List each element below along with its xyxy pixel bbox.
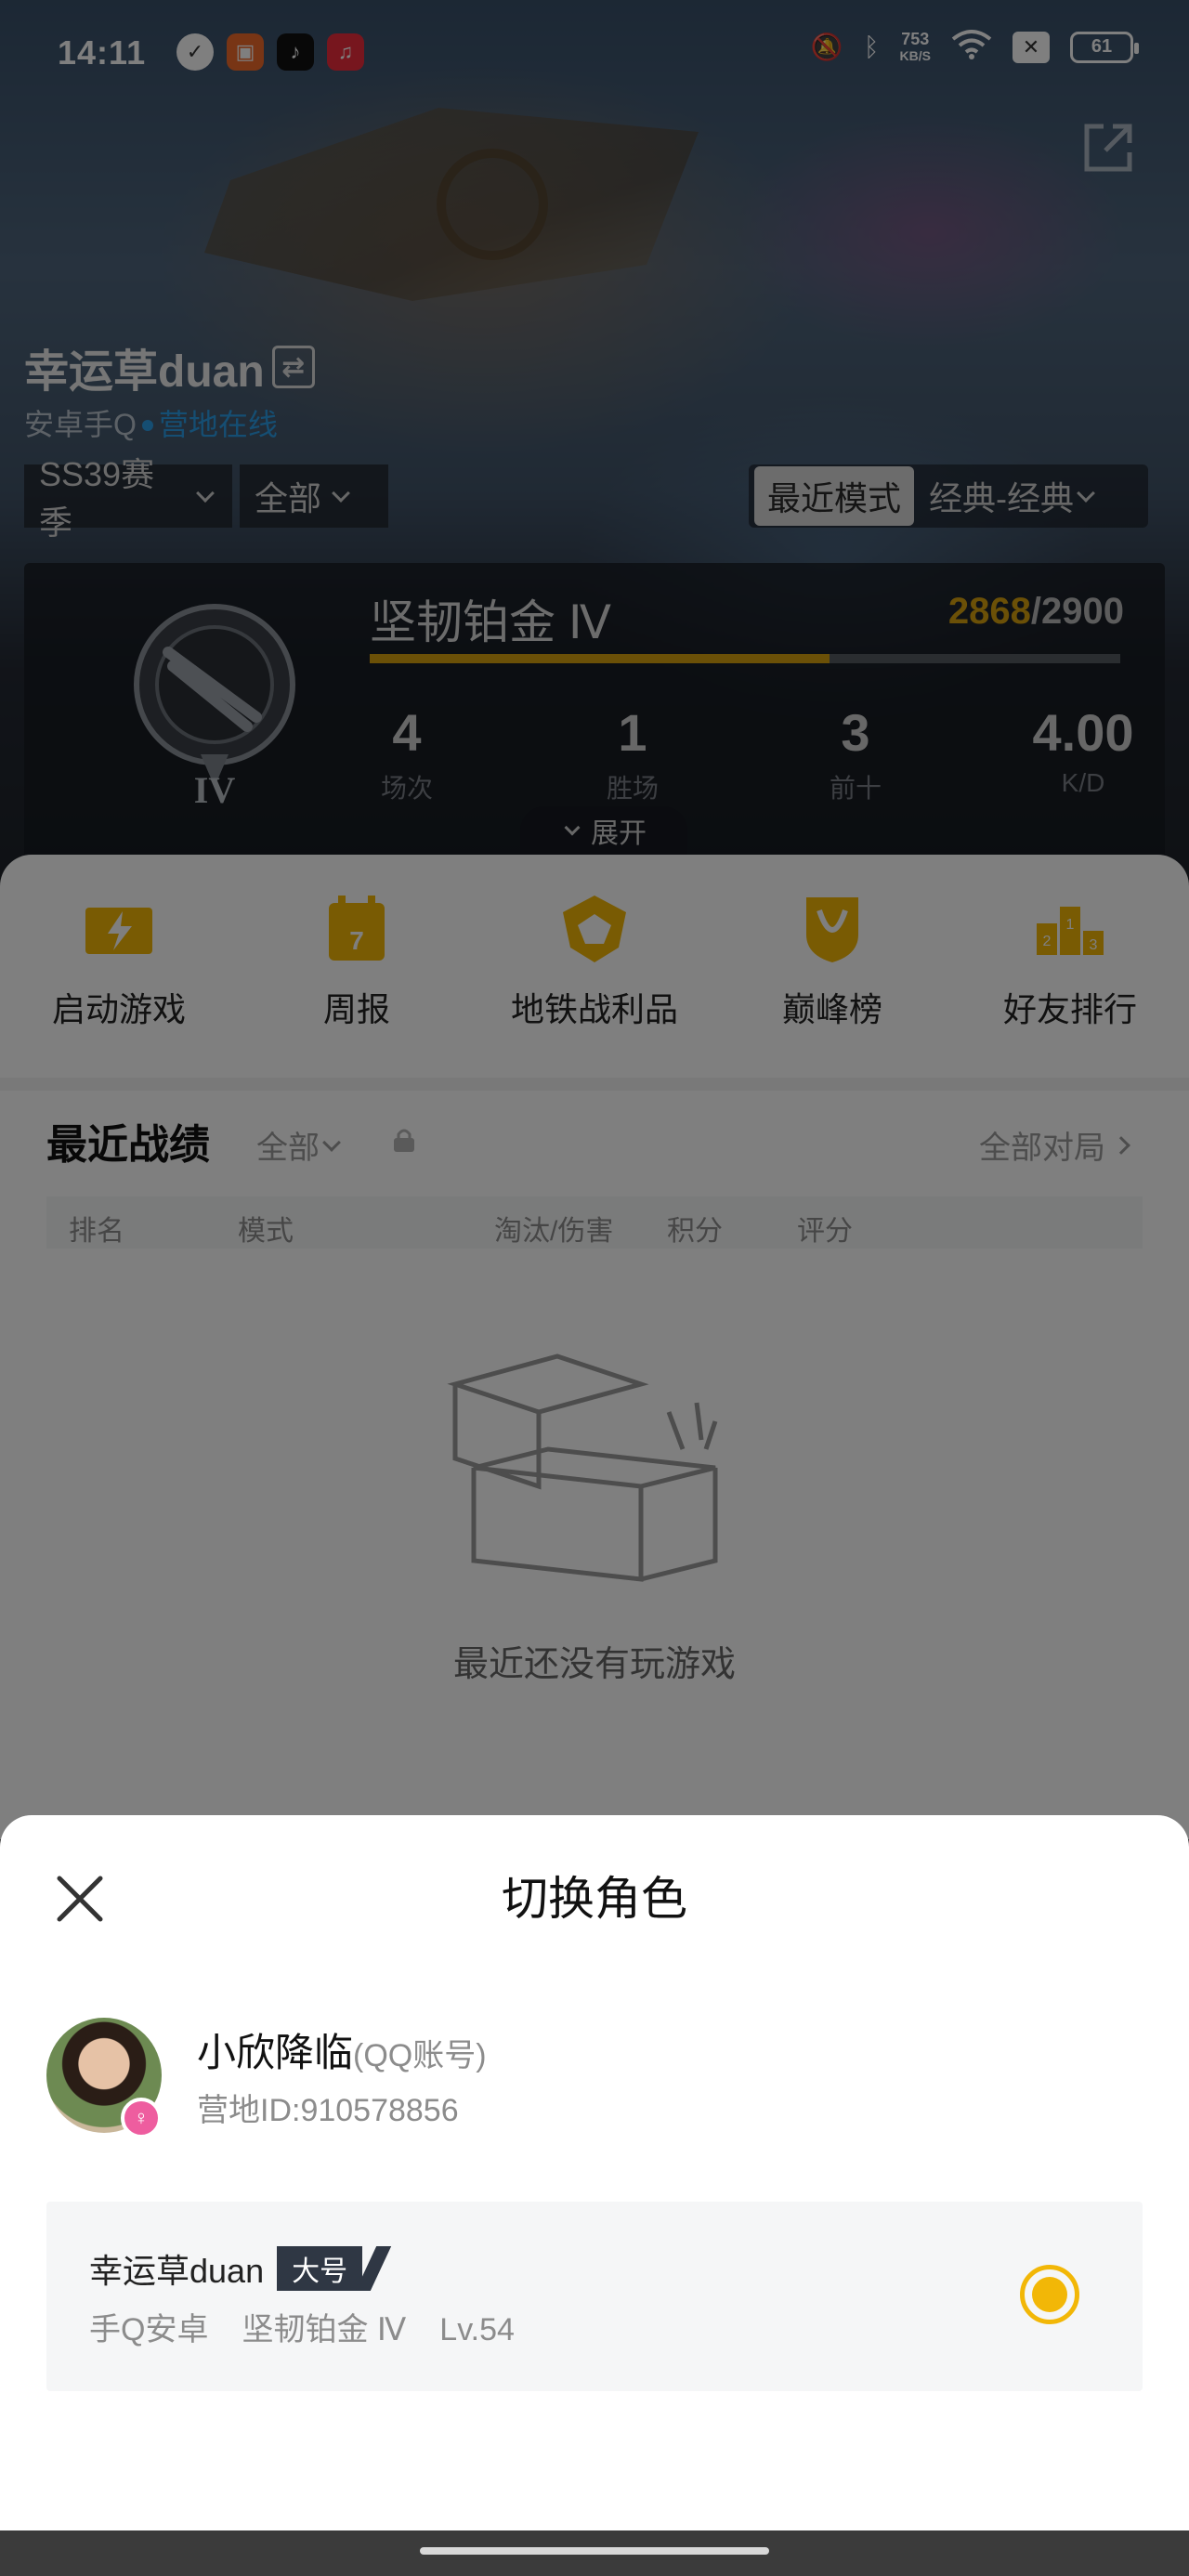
role-name: 幸运草duan 大号 xyxy=(89,2244,363,2293)
role-radio-selected[interactable] xyxy=(1020,2265,1079,2324)
main-account-badge: 大号 xyxy=(277,2246,363,2291)
home-indicator[interactable] xyxy=(420,2547,769,2555)
account-name: 小欣降临(QQ账号) xyxy=(197,2031,487,2074)
switch-role-sheet: 切换角色 ♀ 小欣降临(QQ账号) 营地ID:910578856 幸运草duan… xyxy=(0,1815,1189,2530)
gender-female-icon: ♀ xyxy=(121,2098,162,2138)
role-info: 手Q安卓 坚韧铂金 Ⅳ Lv.54 xyxy=(89,2312,515,2347)
radio-dot xyxy=(1032,2277,1067,2312)
role-option[interactable]: 幸运草duan 大号 手Q安卓 坚韧铂金 Ⅳ Lv.54 xyxy=(46,2202,1143,2391)
app-root: 14:11 ✓ ▣ ♪ ♫ 🔕 ᛒ 753KB/S ✕ 61 幸运草duan ⇄ xyxy=(0,0,1189,2576)
sheet-title: 切换角色 xyxy=(502,1873,687,1925)
account-id: 营地ID:910578856 xyxy=(197,2093,459,2128)
